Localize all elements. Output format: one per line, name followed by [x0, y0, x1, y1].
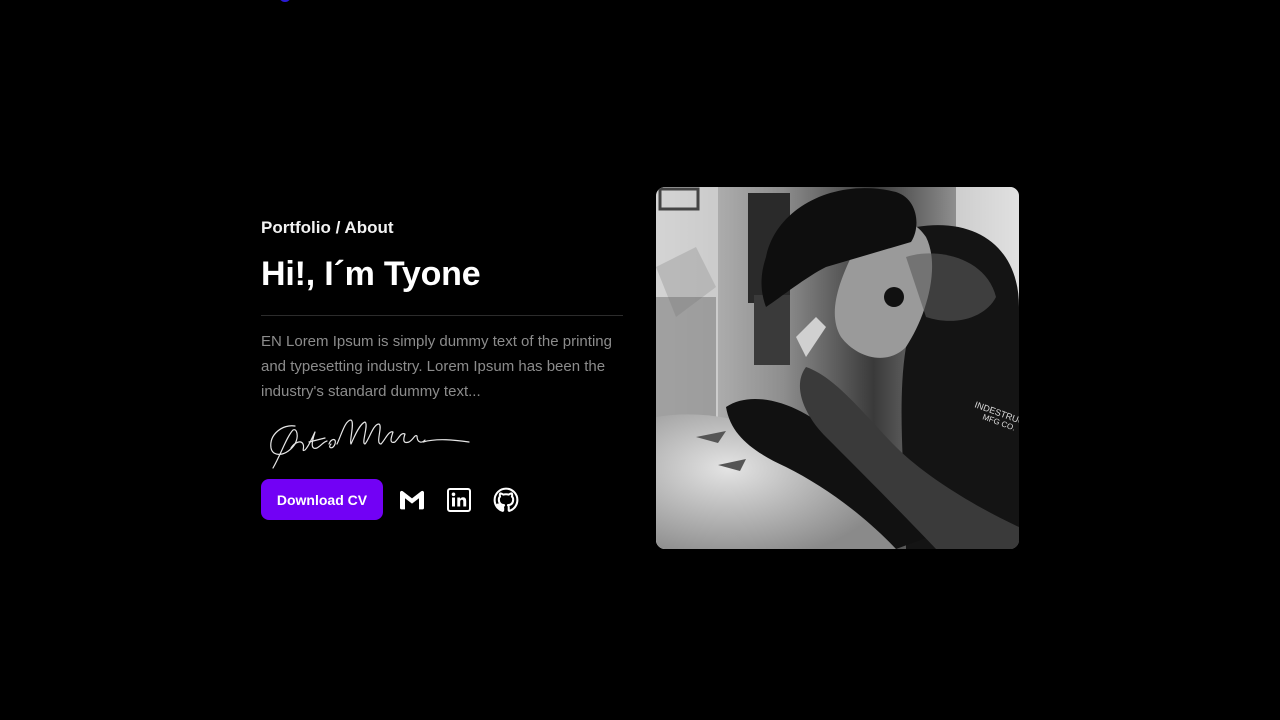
github-icon[interactable] [492, 486, 520, 514]
page-title: Hi!, I´m Tyone [261, 255, 481, 293]
download-cv-button[interactable]: Download CV [261, 479, 383, 520]
divider [261, 315, 623, 316]
bio-text: EN Lorem Ipsum is simply dummy text of t… [261, 333, 612, 400]
action-bar: Download CV [261, 479, 520, 520]
signature-icon [270, 419, 470, 469]
top-nav-indicator [279, 0, 291, 2]
about-section: Portfolio / About Hi!, I´m Tyone EN Lore… [261, 216, 625, 472]
tattoo-artist-photo: INDESTRUCTIBLE MFG CO. [656, 187, 1019, 549]
photo-illustration: INDESTRUCTIBLE MFG CO. [656, 187, 1019, 549]
breadcrumb: Portfolio / About [261, 218, 394, 237]
gmail-icon[interactable] [398, 486, 426, 514]
linkedin-icon[interactable] [445, 486, 473, 514]
